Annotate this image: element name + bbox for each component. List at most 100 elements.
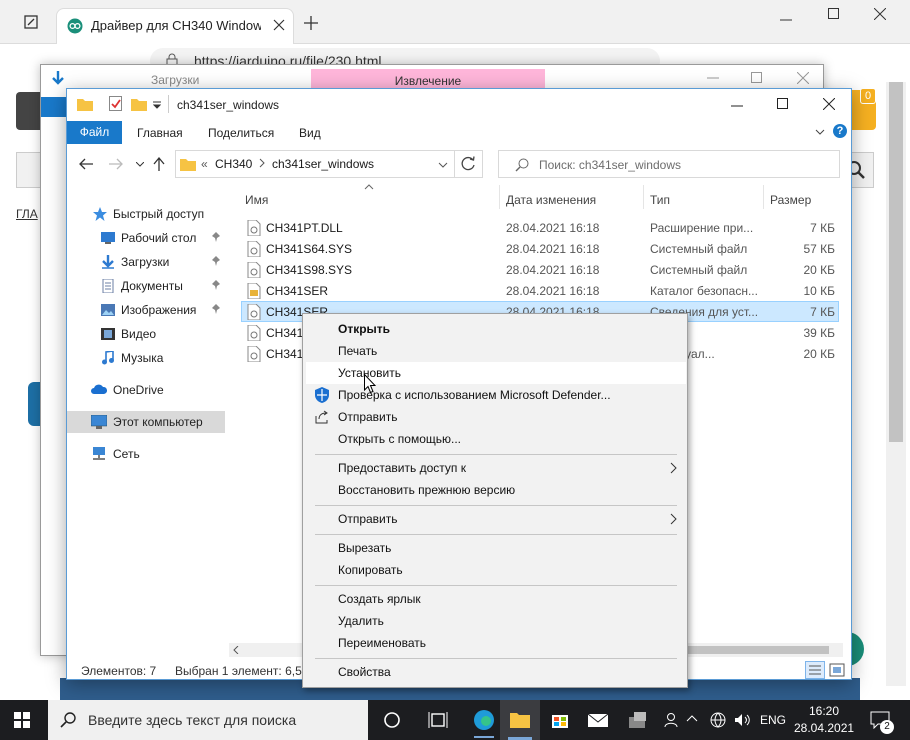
ex-minimize-icon[interactable]: [731, 105, 743, 107]
column-size[interactable]: Размер: [770, 193, 811, 207]
file-row[interactable]: CH341SER 28.04.2021 16:18 Каталог безопа…: [241, 280, 839, 301]
column-separator[interactable]: [499, 185, 500, 209]
video-icon: [101, 327, 115, 341]
nav-item-desktop[interactable]: Рабочий стол: [67, 227, 225, 249]
menu-item-send-to[interactable]: Отправить: [306, 508, 686, 530]
tab-share[interactable]: Поделиться: [208, 126, 274, 140]
documents-icon: [101, 279, 115, 293]
close-icon[interactable]: [874, 8, 886, 20]
file-row[interactable]: CH341S98.SYS 28.04.2021 16:18 Системный …: [241, 259, 839, 280]
nav-item-this-pc[interactable]: Этот компьютер: [67, 411, 225, 433]
nav-item-documents[interactable]: Документы: [67, 275, 225, 297]
context-menu: Открыть Печать Установить Проверка с исп…: [302, 313, 688, 688]
store-icon[interactable]: [540, 700, 580, 740]
forward-arrow-icon[interactable]: [109, 158, 123, 170]
menu-item-copy[interactable]: Копировать: [306, 559, 686, 581]
dl-file-tab[interactable]: [41, 97, 67, 117]
menu-item-properties[interactable]: Свойства: [306, 661, 686, 683]
breadcrumb-item[interactable]: ch341ser_windows: [272, 157, 374, 171]
maximize-icon[interactable]: [828, 8, 840, 20]
up-arrow-icon[interactable]: [153, 157, 165, 171]
recent-locations-icon[interactable]: [136, 162, 144, 167]
browser-tab[interactable]: Драйвер для CH340 Windows (X: [56, 8, 294, 44]
dl-close-icon[interactable]: [797, 72, 809, 84]
nav-item-quick-access[interactable]: Быстрый доступ: [67, 203, 225, 225]
column-type[interactable]: Тип: [650, 193, 670, 207]
dl-maximize-icon[interactable]: [751, 72, 763, 84]
menu-item-print[interactable]: Печать: [306, 340, 686, 362]
search-input[interactable]: Поиск: ch341ser_windows: [498, 150, 840, 178]
details-view-icon[interactable]: [805, 661, 825, 679]
language-indicator[interactable]: ENG: [760, 713, 786, 727]
help-icon[interactable]: ?: [833, 124, 847, 138]
network-status-icon[interactable]: [710, 712, 726, 728]
windows-start-icon[interactable]: [14, 712, 30, 728]
menu-item-give-access[interactable]: Предоставить доступ к: [306, 457, 686, 479]
menu-item-delete[interactable]: Удалить: [306, 610, 686, 632]
column-name[interactable]: Имя: [245, 193, 268, 207]
column-date[interactable]: Дата изменения: [506, 193, 596, 207]
tab-view[interactable]: Вид: [299, 126, 321, 140]
ex-maximize-icon[interactable]: [777, 98, 789, 110]
expand-ribbon-icon[interactable]: [815, 128, 825, 136]
nav-item-onedrive[interactable]: OneDrive: [67, 379, 225, 401]
downloads-title: Загрузки: [151, 73, 200, 87]
address-breadcrumb[interactable]: « CH340 ch341ser_windows: [175, 150, 455, 178]
tab-actions-icon[interactable]: [24, 15, 38, 29]
pin-icon: [211, 232, 221, 244]
scrollbar-thumb[interactable]: [889, 82, 903, 442]
page-breadcrumb[interactable]: ГЛА: [16, 207, 38, 221]
breadcrumb-overflow[interactable]: «: [201, 157, 208, 171]
dl-minimize-icon[interactable]: [707, 77, 719, 79]
column-separator[interactable]: [643, 185, 644, 209]
back-arrow-icon[interactable]: [79, 158, 93, 170]
nav-item-music[interactable]: Музыка: [67, 347, 225, 369]
clock-time[interactable]: 16:20: [798, 704, 850, 718]
menu-item-open-with[interactable]: Открыть с помощью...: [306, 428, 686, 450]
menu-item-rename[interactable]: Переименовать: [306, 632, 686, 654]
large-icons-view-icon[interactable]: [829, 662, 845, 678]
task-view-icon[interactable]: [418, 700, 458, 740]
people-icon[interactable]: [664, 712, 678, 728]
menu-item-defender-scan[interactable]: Проверка с использованием Microsoft Defe…: [306, 384, 686, 406]
menu-item-share[interactable]: Отправить: [306, 406, 686, 428]
file-row[interactable]: CH341S64.SYS 28.04.2021 16:18 Системный …: [241, 238, 839, 259]
address-dropdown-icon[interactable]: [438, 162, 448, 168]
nav-item-video[interactable]: Видео: [67, 323, 225, 345]
refresh-button[interactable]: [455, 150, 483, 178]
tab-file[interactable]: Файл: [67, 121, 122, 144]
taskbar-search-box[interactable]: Введите здесь текст для поиска: [48, 700, 368, 740]
browser-scrollbar[interactable]: [886, 82, 906, 686]
file-name: CH341S98.SYS: [266, 263, 353, 277]
menu-item-create-shortcut[interactable]: Создать ярлык: [306, 588, 686, 610]
breadcrumb-item[interactable]: CH340: [215, 157, 252, 171]
new-tab-icon[interactable]: [304, 16, 318, 30]
clock-date[interactable]: 28.04.2021: [794, 721, 854, 735]
nav-item-downloads[interactable]: Загрузки: [67, 251, 225, 273]
file-explorer-icon[interactable]: [500, 700, 540, 740]
menu-item-restore-version[interactable]: Восстановить прежнюю версию: [306, 479, 686, 501]
new-folder-quick-icon[interactable]: [131, 97, 147, 111]
customize-quick-access-icon[interactable]: [153, 101, 161, 109]
scroll-left-icon[interactable]: [233, 646, 239, 654]
setup-installer-icon[interactable]: [618, 700, 658, 740]
nav-item-network[interactable]: Сеть: [67, 443, 225, 465]
nav-item-pictures[interactable]: Изображения: [67, 299, 225, 321]
ex-close-icon[interactable]: [823, 98, 835, 110]
close-tab-icon[interactable]: [273, 19, 285, 31]
cortana-icon[interactable]: [372, 700, 412, 740]
menu-item-install[interactable]: Установить: [306, 362, 686, 384]
show-hidden-icons-icon[interactable]: [686, 713, 698, 723]
tab-home[interactable]: Главная: [137, 126, 183, 140]
properties-quick-icon[interactable]: [109, 96, 123, 112]
volume-icon[interactable]: [734, 712, 752, 728]
menu-item-open[interactable]: Открыть: [306, 318, 686, 340]
file-row[interactable]: CH341PT.DLL 28.04.2021 16:18 Расширение …: [241, 217, 839, 238]
mail-icon[interactable]: [578, 700, 618, 740]
column-separator[interactable]: [763, 185, 764, 209]
edge-browser-icon[interactable]: [464, 700, 504, 740]
menu-label: Восстановить прежнюю версию: [338, 483, 516, 497]
breadcrumb-chevron-icon[interactable]: [259, 158, 265, 168]
menu-item-cut[interactable]: Вырезать: [306, 537, 686, 559]
minimize-icon[interactable]: [780, 14, 792, 26]
